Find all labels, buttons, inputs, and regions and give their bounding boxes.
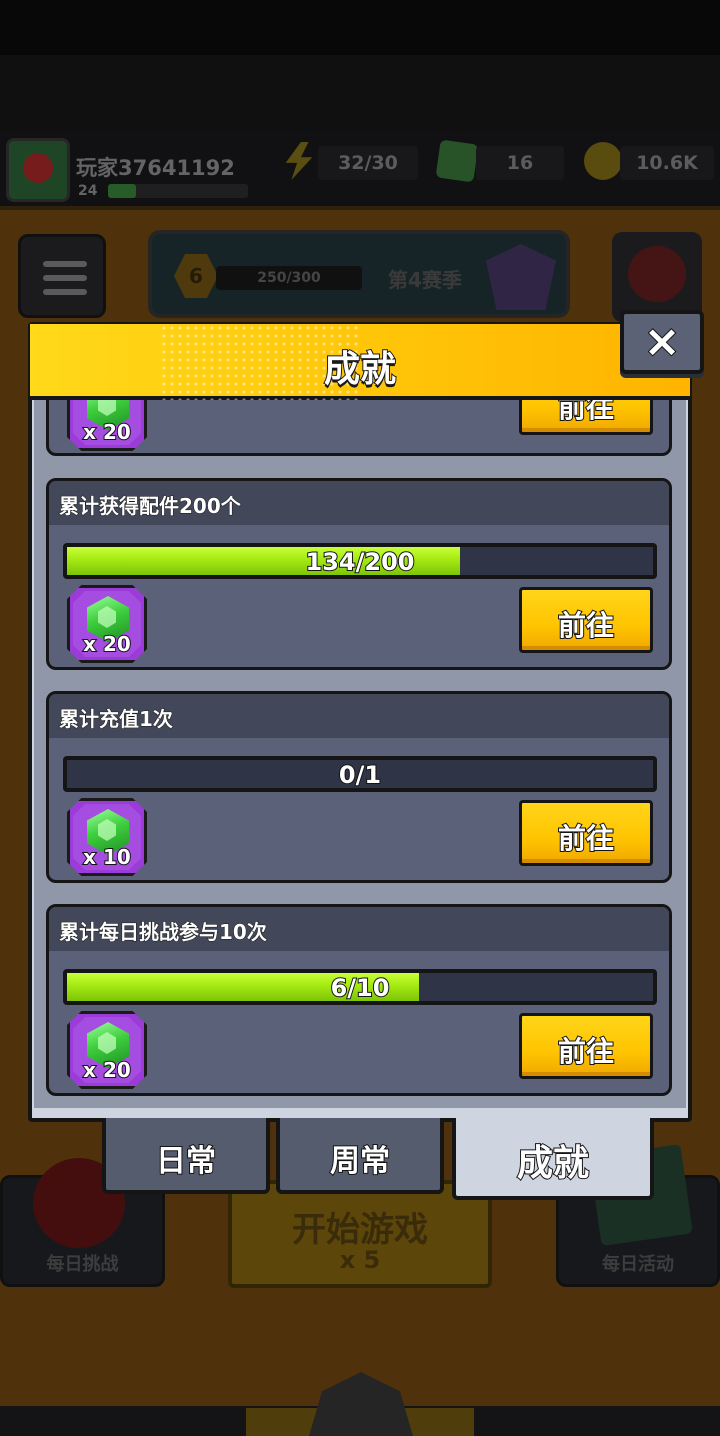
- achievement-title: 累计充值1次: [59, 707, 174, 732]
- tab-weekly[interactable]: 周常: [276, 1118, 444, 1194]
- achievement-card: 累计充值1次 0/1 x 10 前往: [46, 691, 672, 883]
- reward-count: x 20: [82, 631, 132, 657]
- reward-count: x 20: [82, 1057, 132, 1083]
- achievement-title: 累计获得配件200个: [59, 494, 242, 519]
- progress-text: 0/1: [338, 760, 382, 789]
- reward-badge: x 10: [67, 798, 147, 876]
- dialog-title: 成就: [323, 348, 397, 391]
- tab-achievements[interactable]: 成就: [452, 1118, 654, 1200]
- close-icon: ×: [643, 315, 682, 368]
- progress-bar: 0/1: [63, 756, 657, 792]
- go-button[interactable]: 前往: [519, 800, 653, 866]
- achievement-card: 累计每日挑战参与10次 6/10 x 20 前往: [46, 904, 672, 1096]
- list-item: x 20 前往: [46, 400, 672, 456]
- go-button[interactable]: 前往: [519, 400, 653, 435]
- close-button[interactable]: ×: [620, 310, 704, 374]
- progress-bar: 134/200: [63, 543, 657, 579]
- go-button[interactable]: 前往: [519, 1013, 653, 1079]
- progress-text: 6/10: [330, 973, 391, 1002]
- achievement-card: 累计获得配件200个 134/200 x 20 前往: [46, 478, 672, 670]
- progress-bar: 6/10: [63, 969, 657, 1005]
- reward-badge: x 20: [67, 585, 147, 663]
- achievement-title: 累计每日挑战参与10次: [59, 920, 268, 945]
- reward-count: x 10: [82, 844, 132, 870]
- reward-badge: x 20: [67, 1011, 147, 1089]
- go-button[interactable]: 前往: [519, 587, 653, 653]
- achievement-list[interactable]: x 20 前往 累计获得配件200个 134/200 x 20 前往 累计充值1…: [40, 400, 680, 1102]
- reward-badge: x 20: [67, 400, 147, 451]
- tab-daily[interactable]: 日常: [102, 1118, 270, 1194]
- reward-count: x 20: [82, 419, 132, 445]
- dialog-header: 成就: [30, 324, 690, 400]
- progress-text: 134/200: [305, 547, 416, 576]
